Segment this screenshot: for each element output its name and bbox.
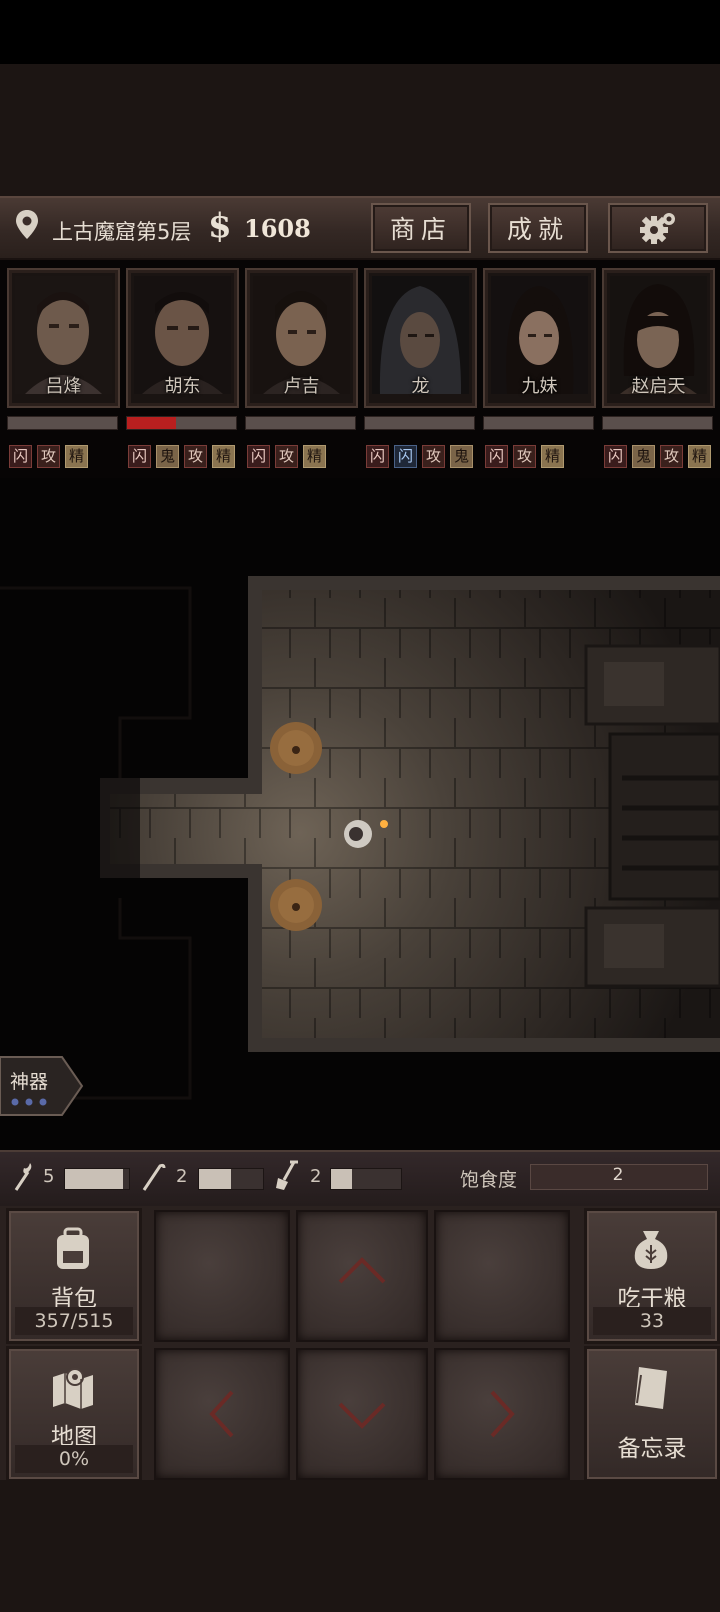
notebook-icon xyxy=(635,1367,667,1409)
skill-tag: 攻 xyxy=(660,445,683,468)
skill-tag: 闪 xyxy=(604,445,627,468)
hp-bar xyxy=(483,416,594,430)
skill-tags: 闪 闪 攻 鬼 xyxy=(366,445,473,468)
member-name: 胡东 xyxy=(164,376,201,397)
skill-tag: 精 xyxy=(303,445,326,468)
hp-bar xyxy=(7,416,118,430)
party-member-4[interactable]: 龙 xyxy=(364,268,477,408)
map-pin-icon xyxy=(16,210,38,239)
skill-tag: 攻 xyxy=(422,445,445,468)
skill-tag: 精 xyxy=(212,445,235,468)
skill-tags: 闪 鬼 攻 精 xyxy=(604,445,711,468)
move-right-button[interactable] xyxy=(434,1348,570,1480)
artifact-button[interactable]: 神器 xyxy=(0,1055,84,1117)
skill-tag: 精 xyxy=(65,445,88,468)
skill-tag: 闪 xyxy=(9,445,32,468)
member-name: 赵启天 xyxy=(631,376,686,397)
member-name: 吕烽 xyxy=(45,376,82,397)
chevron-down-icon xyxy=(338,1402,386,1429)
skill-tag: 鬼 xyxy=(156,445,179,468)
achievements-label: 成就 xyxy=(506,215,569,244)
shovel-count: 2 xyxy=(310,1166,322,1187)
member-name: 九妹 xyxy=(521,376,558,397)
skill-tag: 闪 xyxy=(128,445,151,468)
move-up-button[interactable] xyxy=(296,1210,428,1342)
memo-label: 备忘录 xyxy=(617,1436,687,1462)
torch-count: 5 xyxy=(43,1166,55,1187)
shovel-icon xyxy=(276,1160,298,1190)
achievements-button[interactable]: 成就 xyxy=(488,203,588,253)
map-progress: 0% xyxy=(15,1445,133,1473)
ration-bag-icon xyxy=(634,1231,668,1269)
dungeon-view[interactable] xyxy=(0,478,720,1150)
crowbar-icon xyxy=(142,1163,166,1191)
party-member-2[interactable]: 胡东 xyxy=(126,268,239,408)
crowbar-count: 2 xyxy=(176,1166,188,1187)
chevron-up-icon xyxy=(338,1257,386,1284)
skill-tag: 精 xyxy=(541,445,564,468)
hp-bar xyxy=(245,416,356,430)
memo-button[interactable]: 备忘录 xyxy=(584,1346,720,1482)
backpack-count: 357/515 xyxy=(15,1307,133,1335)
skill-tags: 闪 鬼 攻 精 xyxy=(128,445,235,468)
member-name: 卢吉 xyxy=(283,376,320,397)
skill-tag: 闪 xyxy=(247,445,270,468)
hp-bar xyxy=(126,416,237,430)
skill-tag: 闪 xyxy=(366,445,389,468)
top-background xyxy=(0,64,720,196)
settings-button[interactable] xyxy=(608,203,708,253)
hp-bar xyxy=(602,416,713,430)
skill-tag: 闪 xyxy=(485,445,508,468)
shop-label: 商店 xyxy=(389,215,452,244)
skill-tags: 闪 攻 精 xyxy=(9,445,88,468)
map-icon xyxy=(53,1368,93,1409)
skill-tag: 攻 xyxy=(37,445,60,468)
party-member-6[interactable]: 赵启天 xyxy=(602,268,715,408)
party-member-3[interactable]: 卢吉 xyxy=(245,268,358,408)
skill-tag: 攻 xyxy=(513,445,536,468)
move-down-button[interactable] xyxy=(296,1348,428,1480)
skill-tag: 精 xyxy=(688,445,711,468)
grid-cell xyxy=(434,1210,570,1342)
shop-button[interactable]: 商店 xyxy=(371,203,471,253)
artifact-label: 神器 xyxy=(10,1071,49,1093)
backpack-button[interactable]: 背包 357/515 xyxy=(6,1208,142,1344)
torch-icon xyxy=(14,1163,32,1191)
skill-tag: 闪 xyxy=(394,445,417,468)
gear-icon xyxy=(640,213,675,244)
backpack-icon xyxy=(57,1227,89,1269)
chevron-left-icon xyxy=(209,1390,234,1438)
skill-tags: 闪 攻 精 xyxy=(485,445,564,468)
hp-bar xyxy=(364,416,475,430)
party-member-1[interactable]: 吕烽 xyxy=(7,268,120,408)
chevron-right-icon xyxy=(490,1390,515,1438)
skill-tag: 攻 xyxy=(184,445,207,468)
shovel-bar xyxy=(330,1168,402,1190)
map-button[interactable]: 地图 0% xyxy=(6,1346,142,1482)
skill-tag: 鬼 xyxy=(632,445,655,468)
skill-tags: 闪 攻 精 xyxy=(247,445,326,468)
hunger-label: 饱食度 xyxy=(460,1169,518,1191)
eat-rations-button[interactable]: 吃干粮 33 xyxy=(584,1208,720,1344)
status-bar-area xyxy=(0,0,720,64)
torch-bar xyxy=(64,1168,130,1190)
location-label: 上古魔窟第5层 xyxy=(52,220,192,244)
grid-cell xyxy=(154,1210,290,1342)
rations-count: 33 xyxy=(593,1307,711,1335)
move-left-button[interactable] xyxy=(154,1348,290,1480)
gold-amount: 1608 xyxy=(244,214,311,243)
crowbar-bar xyxy=(198,1168,264,1190)
bottom-background xyxy=(0,1480,720,1612)
party-member-5[interactable]: 九妹 xyxy=(483,268,596,408)
skill-tag: 鬼 xyxy=(450,445,473,468)
hunger-value: 2 xyxy=(612,1165,624,1185)
member-name: 龙 xyxy=(411,376,430,397)
skill-tag: 攻 xyxy=(275,445,298,468)
currency-icon: $ xyxy=(208,206,232,246)
